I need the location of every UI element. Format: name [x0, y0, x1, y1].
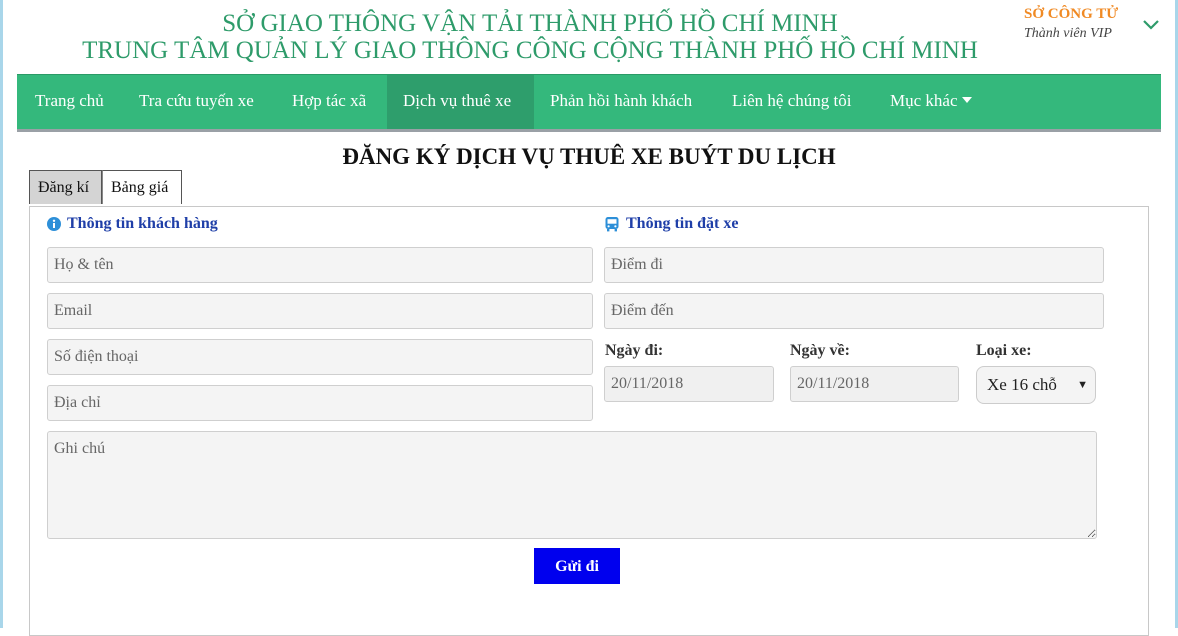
tab-price-list[interactable]: Bảng giá — [102, 170, 182, 204]
nav-item-bus-rental[interactable]: Dịch vụ thuê xe — [387, 75, 534, 129]
chevron-down-icon[interactable] — [1142, 18, 1160, 32]
bus-icon — [605, 217, 619, 232]
booking-info-heading-label: Thông tin đặt xe — [626, 215, 739, 232]
phone-input[interactable] — [47, 339, 593, 375]
user-name[interactable]: SỞ CÔNG TỬ — [1024, 6, 1118, 23]
header-title-line1: SỞ GIAO THÔNG VẬN TẢI THÀNH PHỐ HỒ CHÍ M… — [222, 10, 838, 37]
nav-item-cooperatives[interactable]: Hợp tác xã — [276, 75, 387, 129]
notes-textarea[interactable] — [47, 431, 1097, 539]
page-title: ĐĂNG KÝ DỊCH VỤ THUÊ XE BUÝT DU LỊCH — [342, 144, 836, 169]
bus-type-select[interactable]: Xe 16 chỗ ▼ — [976, 366, 1096, 404]
nav-item-route-lookup[interactable]: Tra cứu tuyến xe — [123, 75, 276, 129]
header-title-line2: TRUNG TÂM QUẢN LÝ GIAO THÔNG CÔNG CỘNG T… — [82, 37, 978, 64]
caret-down-icon — [961, 97, 972, 104]
full-name-input[interactable] — [47, 247, 593, 283]
window-border-left — [0, 0, 3, 628]
return-date-input[interactable]: 20/11/2018 — [790, 366, 959, 402]
user-role: Thành viên VIP — [1024, 26, 1112, 41]
bus-type-label: Loại xe: — [976, 342, 1032, 359]
return-date-label: Ngày về: — [790, 342, 850, 359]
user-menu[interactable]: SỞ CÔNG TỬ Thành viên VIP — [1024, 6, 1118, 42]
submit-button[interactable]: Gửi đi — [534, 548, 620, 584]
address-input[interactable] — [47, 385, 593, 421]
tab-register[interactable]: Đăng kí — [29, 170, 102, 204]
nav-item-home[interactable]: Trang chủ — [19, 75, 123, 129]
departure-point-input[interactable] — [604, 247, 1104, 283]
dropdown-arrow-icon: ▼ — [1077, 379, 1088, 391]
bus-type-selected: Xe 16 chỗ — [987, 375, 1057, 394]
main-navbar: Trang chủ Tra cứu tuyến xe Hợp tác xã Dị… — [17, 74, 1161, 132]
customer-info-heading-label: Thông tin khách hàng — [67, 215, 218, 232]
nav-item-more[interactable]: Mục khác — [874, 75, 984, 129]
customer-info-heading: Thông tin khách hàng — [47, 215, 218, 233]
nav-item-contact[interactable]: Liên hệ chúng tôi — [716, 75, 874, 129]
departure-date-label: Ngày đi: — [605, 342, 664, 359]
nav-item-feedback[interactable]: Phản hồi hành khách — [534, 75, 716, 129]
destination-input[interactable] — [604, 293, 1104, 329]
info-icon — [47, 217, 61, 231]
booking-info-heading: Thông tin đặt xe — [604, 215, 738, 233]
email-input[interactable] — [47, 293, 593, 329]
departure-date-input[interactable]: 20/11/2018 — [604, 366, 774, 402]
